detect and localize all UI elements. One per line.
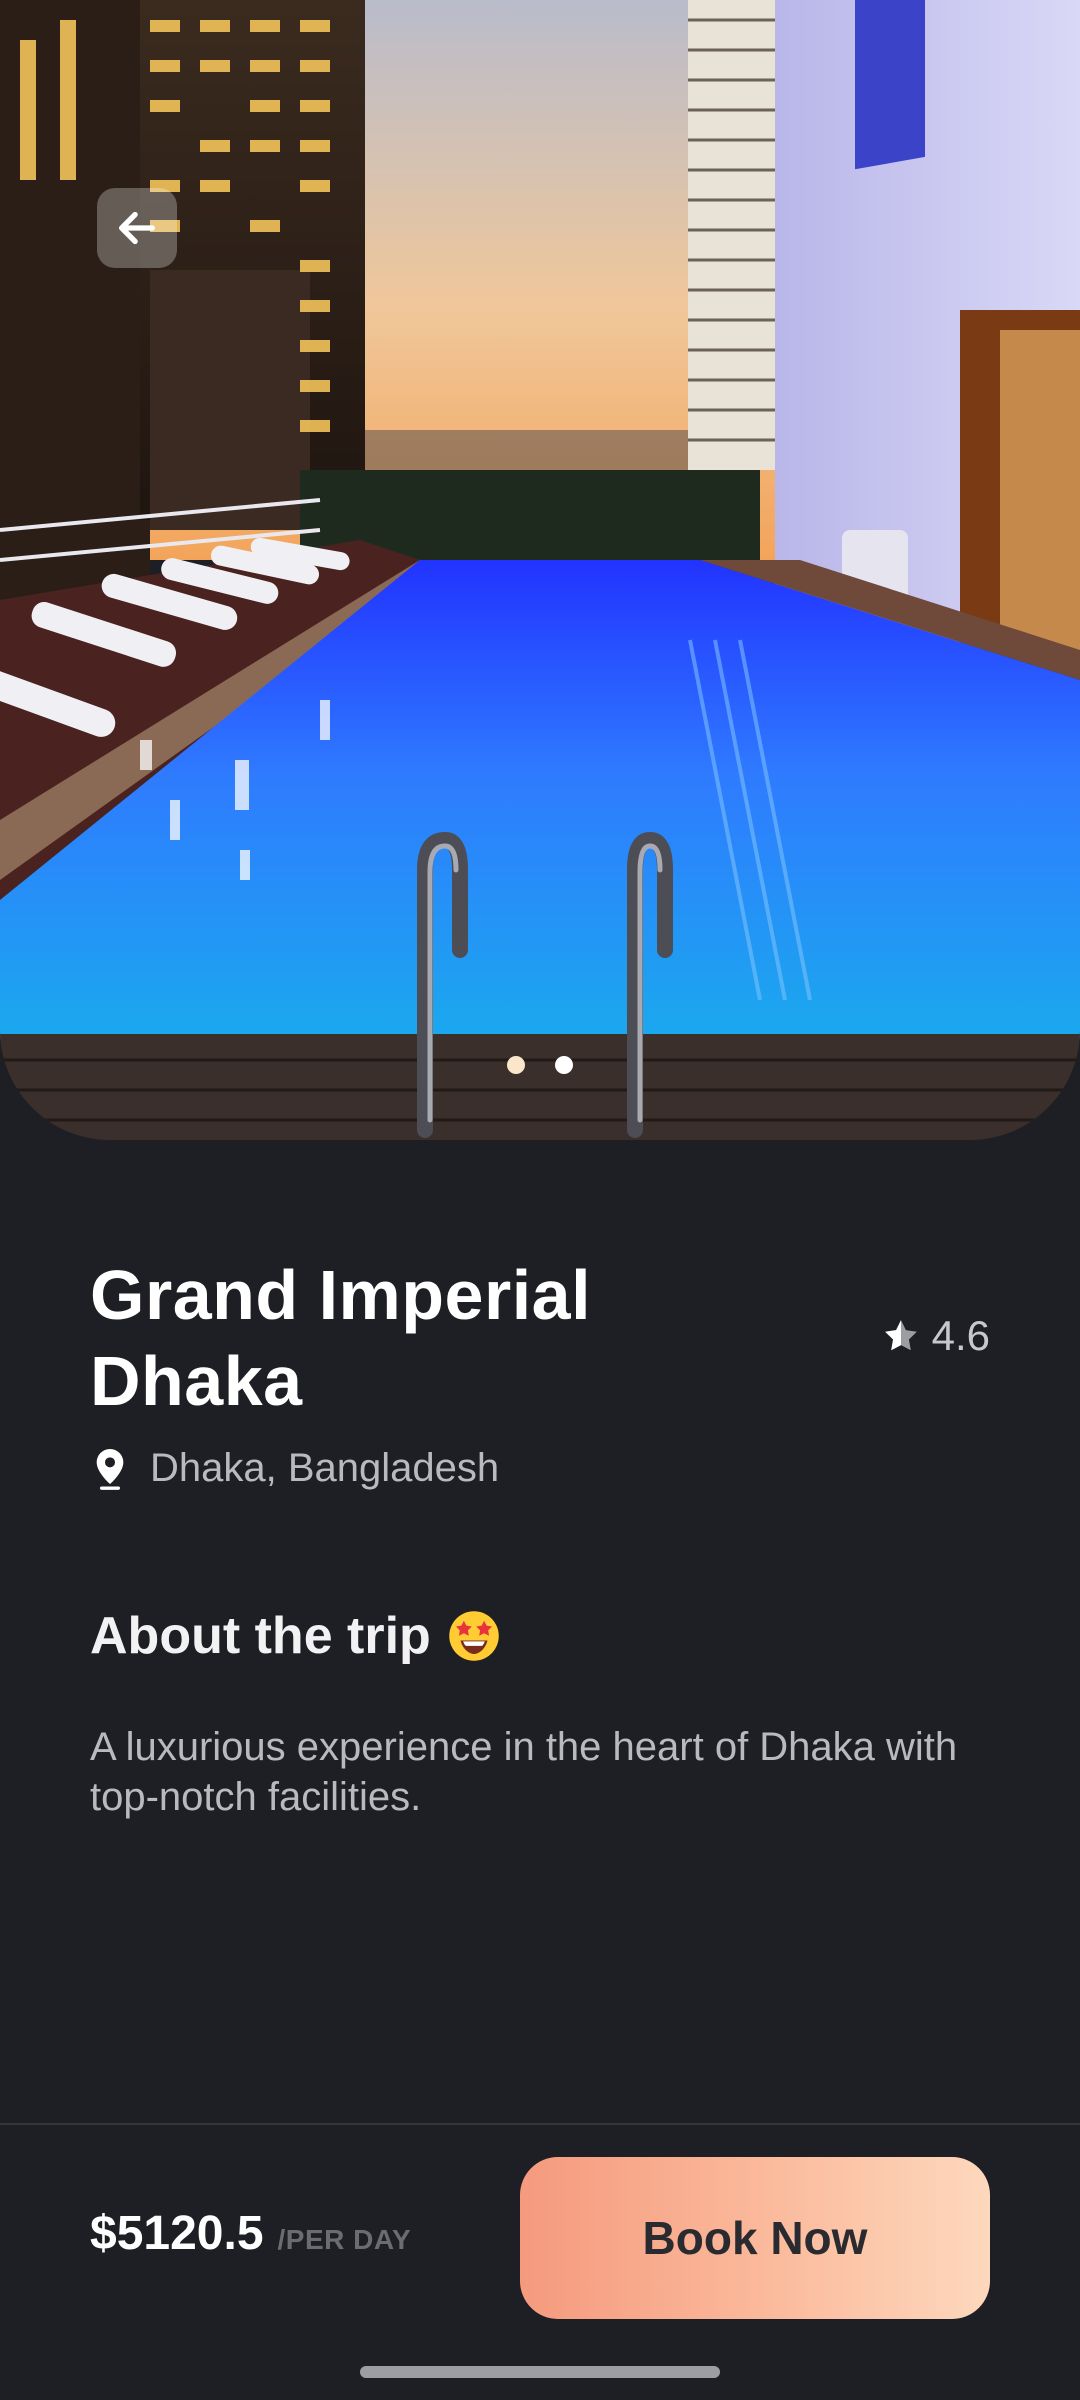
carousel-dot-1[interactable]	[507, 1056, 525, 1074]
location-text: Dhaka, Bangladesh	[150, 1446, 500, 1490]
star-half-icon	[884, 1320, 917, 1351]
book-now-button[interactable]: Book Now	[520, 2157, 990, 2319]
hotel-detail-screen: Grand Imperial Dhaka 4.6 Dhaka, Banglade…	[0, 0, 1080, 2400]
about-title-text: About the trip	[90, 1607, 431, 1665]
rating: 4.6	[882, 1312, 990, 1360]
map-pin-icon	[96, 1448, 124, 1490]
arrow-left-icon	[118, 211, 156, 245]
about-description: A luxurious experience in the heart of D…	[90, 1725, 958, 1819]
price: $5120.5 /PER DAY	[90, 2206, 411, 2261]
pool-photo	[0, 0, 1080, 1140]
back-button[interactable]	[97, 188, 177, 268]
about-heading: About the trip	[90, 1606, 501, 1666]
hotel-name: Grand Imperial Dhaka	[90, 1256, 592, 1420]
carousel-indicator	[0, 1056, 1080, 1074]
home-indicator[interactable]	[360, 2366, 720, 2378]
bottom-bar-divider	[0, 2123, 1080, 2125]
price-unit: /PER DAY	[277, 2224, 412, 2255]
hero-image[interactable]	[0, 0, 1080, 1140]
location: Dhaka, Bangladesh	[90, 1446, 499, 1491]
star-struck-emoji-icon	[449, 1611, 499, 1661]
rating-value: 4.6	[931, 1312, 990, 1359]
price-value: $5120.5	[90, 2207, 264, 2260]
carousel-dot-2[interactable]	[555, 1056, 573, 1074]
